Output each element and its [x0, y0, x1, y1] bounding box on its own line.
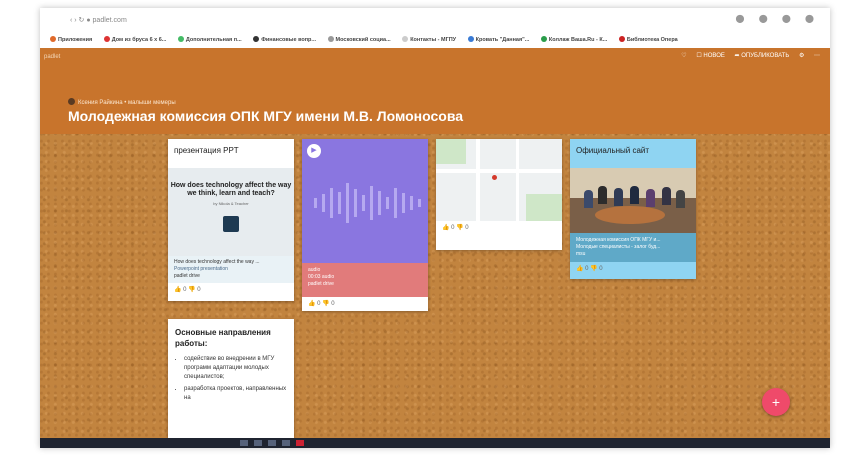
waveform-bar	[314, 198, 317, 208]
reactions[interactable]: 👍 0 👎 0	[436, 221, 562, 234]
heart-icon[interactable]: ♡	[681, 53, 686, 59]
taskbar-app[interactable]	[240, 440, 248, 446]
address-bar[interactable]: ‹ › ↻ ● padlet.com ⬤ ⬤ ⬤ ⬤	[40, 8, 830, 32]
person	[614, 188, 623, 206]
waveform-bar	[394, 188, 397, 218]
bookmark-item[interactable]: Дом из бруса 6 х 6...	[103, 32, 166, 48]
board-header: padlet ♡ ☐ НОВОЕ ➦ ОПУБЛИКОВАТЬ ⚙ ⋯ Ксен…	[40, 48, 830, 134]
map-pin-icon	[492, 175, 497, 180]
waveform-bar	[330, 188, 333, 218]
person	[662, 187, 671, 205]
os-taskbar	[40, 438, 830, 448]
map-park	[436, 139, 466, 164]
waveform-bar	[378, 191, 381, 215]
window-controls[interactable]: ⬤ ⬤ ⬤ ⬤	[736, 14, 820, 23]
bookmarks-bar: Приложения Дом из бруса 6 х 6... Дополни…	[40, 32, 830, 49]
list-item: разработка проектов, направленных на	[184, 385, 294, 403]
person	[584, 190, 593, 208]
slide-preview[interactable]: How does technology affect the way we th…	[168, 168, 294, 256]
breadcrumb[interactable]: Ксения Райкина • малыши мемеры	[68, 98, 176, 106]
taskbar-app[interactable]	[282, 440, 290, 446]
browser-window: ‹ › ↻ ● padlet.com ⬤ ⬤ ⬤ ⬤ Приложения До…	[40, 8, 830, 448]
taskbar-app[interactable]	[268, 440, 276, 446]
post-card-audio[interactable]: ▶ audio 00:03 audio padlet drive 👍 0 👎 0	[302, 139, 428, 311]
post-card-map[interactable]: 👍 0 👎 0	[436, 139, 562, 250]
waveform-bar	[402, 193, 405, 213]
bookmark-item[interactable]: Финансовые вопр...	[253, 32, 316, 48]
waveform-bar	[354, 189, 357, 217]
slide-author: by Nikola & Teacher	[213, 201, 249, 206]
url-text[interactable]: ‹ › ↻ ● padlet.com	[70, 16, 127, 24]
gear-icon[interactable]: ⚙	[799, 53, 804, 59]
publish-button[interactable]: ➦ ОПУБЛИКОВАТЬ	[735, 53, 790, 59]
map-road	[516, 139, 519, 221]
avatar	[68, 98, 75, 105]
map-preview[interactable]	[436, 139, 562, 221]
attachment-meta[interactable]: Молодежная комиссия ОПК МГУ и... Молодые…	[570, 233, 696, 262]
waveform-bar	[338, 192, 341, 214]
bookmark-item[interactable]: Коллаж Ваша.Ru - К...	[540, 32, 607, 48]
reactions[interactable]: 👍 0 👎 0	[168, 283, 294, 296]
waveform-bar	[410, 196, 413, 210]
header-actions: ♡ ☐ НОВОЕ ➦ ОПУБЛИКОВАТЬ ⚙ ⋯	[673, 52, 820, 59]
reactions[interactable]: 👍 0 👎 0	[570, 262, 696, 275]
play-icon[interactable]: ▶	[307, 144, 321, 158]
padlet-logo[interactable]: padlet	[44, 54, 60, 60]
post-title: Основные направления работы:	[175, 328, 271, 348]
map-road	[436, 169, 562, 173]
post-card-text[interactable]: Основные направления работы: содействие …	[168, 319, 294, 439]
reactions[interactable]: 👍 0 👎 0	[302, 297, 428, 310]
taskbar-app[interactable]	[296, 440, 304, 446]
waveform-bar	[362, 195, 365, 211]
map-road	[476, 139, 480, 221]
attachment-meta[interactable]: audio 00:03 audio padlet drive	[302, 263, 428, 297]
brain-icon	[223, 216, 239, 232]
waveform-bar	[370, 186, 373, 220]
bookmark-item[interactable]: Приложения	[50, 32, 92, 48]
post-card-site[interactable]: Официальный сайт Молодежная комиссия ОПК…	[570, 139, 696, 279]
person	[630, 186, 639, 204]
waveform-bar	[322, 194, 325, 212]
post-title: Официальный сайт	[570, 139, 696, 168]
attachment-meta[interactable]: How does technology affect the way ... P…	[168, 256, 294, 283]
table	[595, 206, 665, 224]
more-icon[interactable]: ⋯	[814, 53, 820, 59]
bookmark-item[interactable]: Дополнительная п...	[177, 32, 242, 48]
post-card-presentation[interactable]: презентация PPT How does technology affe…	[168, 139, 294, 301]
map-park	[526, 194, 562, 221]
bookmark-item[interactable]: Библиотека Опера	[618, 32, 678, 48]
taskbar-app[interactable]	[254, 440, 262, 446]
waveform-bar	[346, 183, 349, 223]
bookmark-item[interactable]: Московский социа...	[327, 32, 391, 48]
list-item: содействие во внедрении в МГУ программ а…	[184, 355, 294, 382]
audio-waveform[interactable]: ▶	[302, 139, 428, 263]
site-photo[interactable]	[570, 168, 696, 233]
bookmark-item[interactable]: Кровать "Данная"...	[467, 32, 529, 48]
waveform-bar	[386, 197, 389, 209]
new-button[interactable]: ☐ НОВОЕ	[696, 53, 725, 59]
bookmark-item[interactable]: Контакты - МГПУ	[402, 32, 456, 48]
padlet-board: padlet ♡ ☐ НОВОЕ ➦ ОПУБЛИКОВАТЬ ⚙ ⋯ Ксен…	[40, 48, 830, 439]
add-post-button[interactable]: +	[762, 388, 790, 416]
post-body-list: содействие во внедрении в МГУ программ а…	[168, 355, 294, 403]
person	[676, 190, 685, 208]
person	[646, 189, 655, 207]
board-title: Молодежная комиссия ОПК МГУ имени М.В. Л…	[68, 108, 464, 124]
post-title: презентация PPT	[174, 146, 239, 155]
person	[598, 186, 607, 204]
waveform-bar	[418, 199, 421, 207]
slide-title: How does technology affect the way we th…	[170, 182, 292, 197]
